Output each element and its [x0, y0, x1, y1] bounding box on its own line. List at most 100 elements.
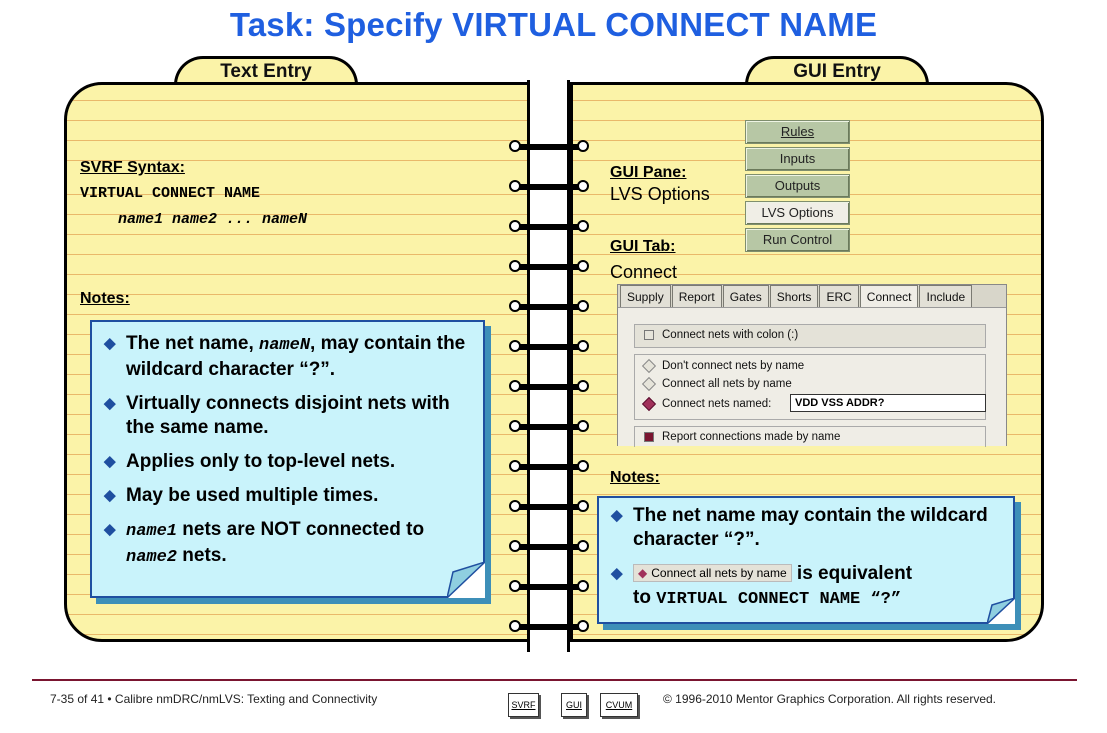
- note-item: ◆ Virtually connects disjoint nets with t…: [104, 392, 477, 440]
- spiral-ring: [509, 580, 589, 594]
- note-text: is equivalent: [791, 563, 913, 584]
- right-notes-callout: ◆ The net name may contain the wildcard c…: [597, 496, 1015, 624]
- connect-all-nets-sample: ◆ Connect all nets by name: [633, 564, 792, 582]
- note-text: The net name,: [126, 333, 260, 354]
- note-item: ◆ ◆ Connect all nets by name is equivalent…: [611, 562, 1005, 612]
- lvs-options-button-label: LVS Options: [761, 205, 834, 220]
- footer-copyright: © 1996-2010 Mentor Graphics Corporation.…: [663, 692, 997, 706]
- gui-link-button[interactable]: GUI: [561, 693, 587, 717]
- report-connections-checkbox[interactable]: Report connections made by name: [644, 431, 840, 443]
- tab-connect[interactable]: Connect: [859, 285, 919, 307]
- note-text: nets are NOT connected to: [177, 519, 425, 540]
- radio-icon: [641, 376, 657, 392]
- gui-entry-tab-label: GUI Entry: [793, 61, 881, 82]
- connect-colon-checkbox[interactable]: Connect nets with colon (:): [644, 329, 798, 341]
- diamond-bullet-icon: ◆: [104, 335, 116, 352]
- svrf-syntax-line2: name1 name2 ... nameN: [118, 211, 308, 228]
- spiral-ring: [509, 500, 589, 514]
- spiral-ring: [509, 380, 589, 394]
- gui-link-label: GUI: [565, 700, 582, 710]
- tab-include[interactable]: Include: [919, 285, 973, 307]
- svrf-syntax-line1: VIRTUAL CONNECT NAME: [80, 185, 261, 202]
- text-entry-tab-label: Text Entry: [220, 61, 312, 82]
- left-notes-callout: ◆ The net name, nameN, may contain the wi…: [90, 320, 485, 598]
- note-text: May be used multiple times.: [126, 485, 379, 506]
- note-code: name1: [126, 522, 178, 541]
- note-item: ◆ name1 nets are NOT connected to name2 n…: [104, 518, 477, 570]
- gui-entry-tab: GUI Entry: [745, 56, 929, 85]
- note-item: ◆ The net name may contain the wildcard c…: [611, 504, 1005, 552]
- diamond-bullet-icon: ◆: [104, 521, 116, 538]
- radio-connect-all[interactable]: Connect all nets by name: [641, 376, 792, 392]
- connect-colon-label: Connect nets with colon (:): [662, 329, 799, 341]
- diamond-bullet-icon: ◆: [104, 487, 116, 504]
- gui-pane-label: GUI Pane:: [610, 164, 687, 181]
- radio-dont-connect[interactable]: Don't connect nets by name: [641, 358, 804, 374]
- tab-shorts[interactable]: Shorts: [769, 285, 819, 307]
- gui-tab-label: GUI Tab:: [610, 238, 676, 255]
- inputs-button[interactable]: Inputs: [745, 147, 850, 171]
- svrf-syntax-label: SVRF Syntax:: [80, 159, 185, 176]
- rules-button-label: Rules: [780, 124, 815, 139]
- page-curl-icon: [987, 598, 1015, 624]
- page-curl-icon: [447, 562, 485, 598]
- spiral-ring: [509, 540, 589, 554]
- radio-icon: [641, 358, 657, 374]
- note-text: to: [633, 587, 657, 608]
- note-text: nets.: [177, 545, 227, 566]
- tab-report[interactable]: Report: [671, 285, 722, 307]
- note-code: VIRTUAL CONNECT NAME “?”: [656, 590, 902, 609]
- spiral-ring: [509, 620, 589, 634]
- svrf-link-label: SVRF: [511, 700, 536, 710]
- lvs-options-dialog: Supply Report Gates Shorts ERC Connect I…: [617, 284, 1007, 447]
- checkbox-icon: [644, 329, 654, 340]
- tab-gates[interactable]: Gates: [722, 285, 769, 307]
- radio-connect-named-label: Connect nets named:: [662, 398, 772, 410]
- spiral-ring: [509, 180, 589, 194]
- spiral-ring: [509, 340, 589, 354]
- radio-selected-icon: ◆: [638, 566, 648, 580]
- cvum-link-button[interactable]: CVUM: [600, 693, 638, 717]
- run-control-button[interactable]: Run Control: [745, 228, 850, 252]
- tab-erc[interactable]: ERC: [819, 285, 859, 307]
- notebook-spine: [527, 80, 570, 652]
- diamond-bullet-icon: ◆: [104, 395, 116, 412]
- spiral-ring: [509, 300, 589, 314]
- tab-supply[interactable]: Supply: [620, 285, 671, 307]
- spiral-ring: [509, 140, 589, 154]
- footer-rule: [32, 679, 1077, 681]
- diamond-bullet-icon: ◆: [104, 453, 116, 470]
- spiral-ring: [509, 420, 589, 434]
- inputs-button-label: Inputs: [779, 151, 816, 166]
- note-item: ◆ May be used multiple times.: [104, 484, 477, 508]
- note-item: ◆ The net name, nameN, may contain the wi…: [104, 332, 477, 382]
- text-entry-tab: Text Entry: [174, 56, 358, 85]
- radio-selected-icon: [641, 396, 657, 412]
- diamond-bullet-icon: ◆: [611, 565, 623, 582]
- note-text: The net name may contain the wildcard ch…: [633, 505, 988, 550]
- connect-tab-panel: Connect nets with colon (:) Don't connec…: [618, 307, 1006, 447]
- note-text: Virtually connects disjoint nets with th…: [126, 393, 450, 438]
- radio-connect-named[interactable]: Connect nets named:: [641, 396, 772, 412]
- rules-button[interactable]: Rules: [745, 120, 850, 144]
- cvum-link-label: CVUM: [605, 700, 633, 710]
- outputs-button-label: Outputs: [774, 178, 821, 193]
- spiral-ring: [509, 220, 589, 234]
- report-connections-label: Report connections made by name: [662, 431, 841, 443]
- footer-page-info: 7-35 of 41 • Calibre nmDRC/nmLVS: Textin…: [50, 692, 378, 706]
- spiral-ring: [509, 260, 589, 274]
- svrf-link-button[interactable]: SVRF: [508, 693, 539, 717]
- dialog-tab-bar: Supply Report Gates Shorts ERC Connect I…: [620, 285, 973, 307]
- lvs-options-button[interactable]: LVS Options: [745, 201, 850, 225]
- note-item: ◆ Applies only to top-level nets.: [104, 450, 477, 474]
- net-names-input[interactable]: [790, 394, 986, 412]
- radio-connect-all-label: Connect all nets by name: [662, 378, 792, 390]
- checkbox-checked-icon: [644, 431, 654, 442]
- run-control-button-label: Run Control: [762, 232, 833, 247]
- outputs-button[interactable]: Outputs: [745, 174, 850, 198]
- connect-all-nets-sample-label: Connect all nets by name: [651, 566, 787, 580]
- right-notes-label: Notes:: [610, 469, 660, 486]
- page-title: Task: Specify VIRTUAL CONNECT NAME: [229, 6, 878, 43]
- left-notes-label: Notes:: [80, 290, 130, 307]
- note-code: nameN: [259, 336, 311, 355]
